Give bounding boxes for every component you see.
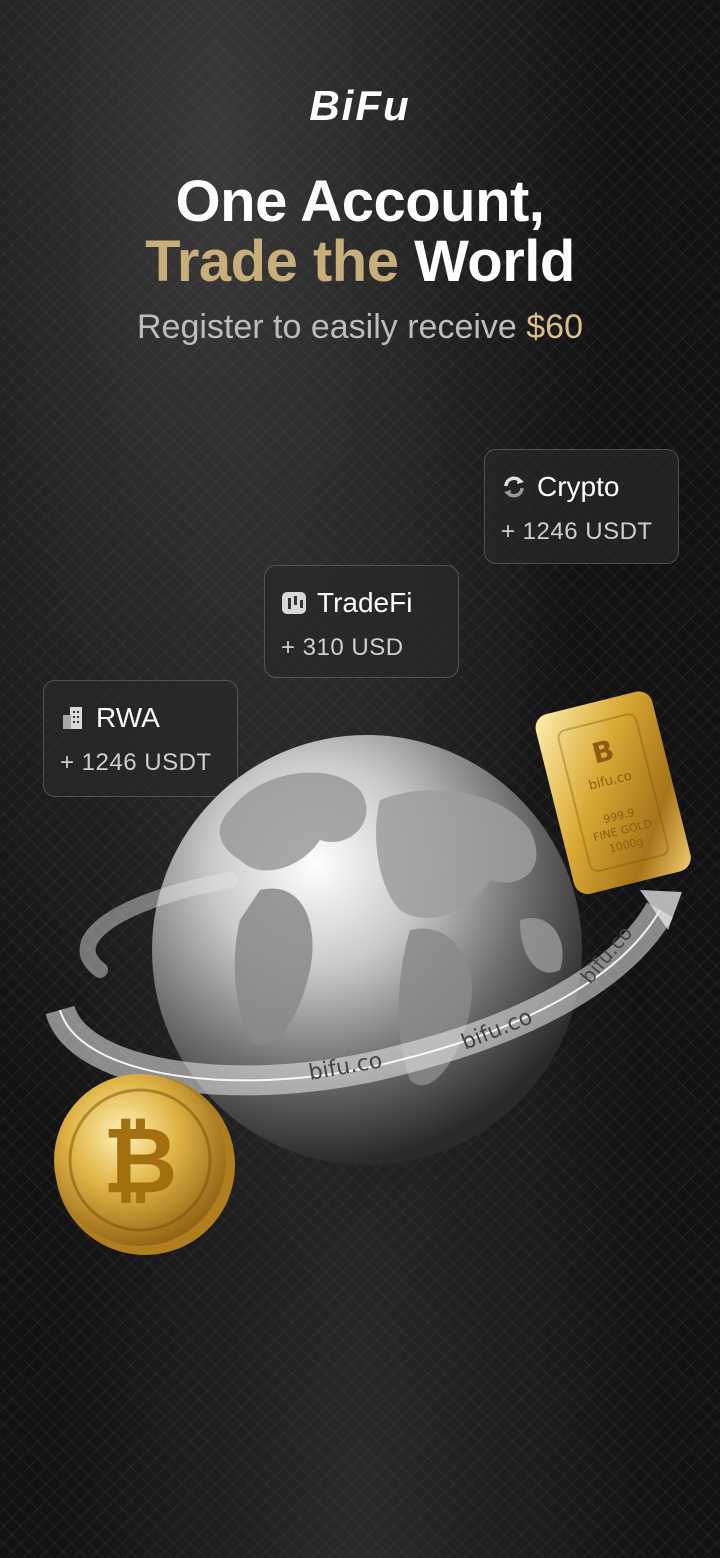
headline-highlight: Trade the [145,229,399,294]
page-title: One Account, Trade the World [0,172,720,292]
brand-logo: BiFu [309,82,411,129]
crypto-title: Crypto [537,471,620,502]
subtitle: Register to easily receive $60 [0,308,720,347]
crypto-refresh-icon [501,474,527,500]
subtitle-text: Register to easily receive [136,308,517,346]
tradefi-amount: + 310 USD [281,634,404,661]
globe-illustration: bifu.co bifu.co bifu.co B bifu.co 999.9 … [45,691,691,1255]
crypto-amount: + 1246 USDT [501,518,653,545]
headline-line2: Trade the World [0,232,720,292]
tradefi-title: TradeFi [317,587,413,618]
headline-rest: World [414,229,575,294]
crypto-card: Crypto + 1246 USDT [484,449,679,564]
bitcoin-coin-icon: ₿ [54,1074,235,1255]
tradefi-chart-icon [281,590,307,616]
svg-text:₿: ₿ [103,1107,178,1214]
headline-line1: One Account, [175,169,545,234]
tradefi-card: TradeFi + 310 USD [264,565,459,678]
globe-sphere [152,735,582,1165]
subtitle-amount: $60 [526,308,583,346]
